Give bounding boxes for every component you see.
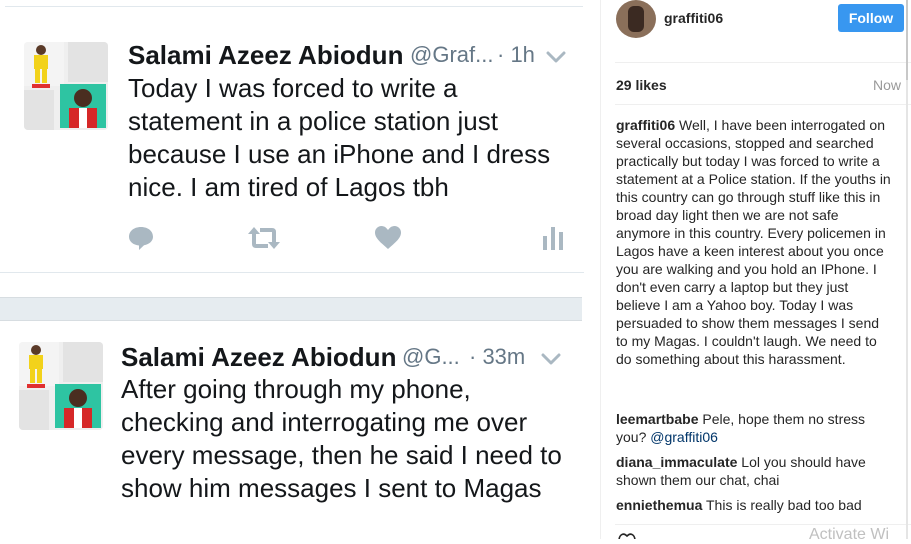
tweet-author-name[interactable]: Salami Azeez Abiodun [121,342,396,373]
comment-username[interactable]: enniethemua [616,497,702,513]
comment-mention[interactable]: @graffiti06 [650,429,718,445]
tweet-author-name[interactable]: Salami Azeez Abiodun [128,40,403,71]
post-caption: graffiti06 Well, I have been interrogate… [616,116,894,368]
avatar-figure [28,44,54,88]
avatar-figure [55,384,101,428]
tweet-card[interactable]: Salami Azeez Abiodun @G... · 33m After g… [0,320,584,539]
activation-watermark: Activate Wi [809,526,890,539]
post-timestamp: Now [873,77,902,93]
scrollbar[interactable] [903,0,911,539]
tweet-author-handle[interactable]: @Graf... [410,42,493,68]
divider [615,104,911,105]
bar-chart-icon[interactable] [542,224,564,252]
speech-bubble-icon[interactable] [127,224,157,252]
tweet-text: After going through my phone, checking a… [121,374,562,503]
avatar[interactable] [24,42,108,130]
post-username[interactable]: graffiti06 [664,10,723,26]
avatar-figure [23,344,49,388]
avatar-figure [60,84,106,128]
comment-text: This is really bad too bad [706,497,862,513]
tweets-panel: Salami Azeez Abiodun @Graf... · 1h Today… [0,0,590,539]
tweet-timestamp[interactable]: · 1h [497,42,535,68]
avatar[interactable] [616,0,656,38]
comment-item: diana_immaculate Lol you should have sho… [616,453,894,489]
comment-item: enniethemua This is really bad too bad [616,496,894,514]
tweet-timestamp[interactable]: · 33m [469,344,525,370]
comment-username[interactable]: leemartbabe [616,411,698,427]
tweet-card[interactable]: Salami Azeez Abiodun @Graf... · 1h Today… [0,0,584,273]
likes-count[interactable]: 29 likes [616,77,667,93]
chevron-down-icon[interactable] [541,352,561,366]
tweet-author-handle[interactable]: @G... [402,344,460,370]
divider [615,524,911,525]
timeline-gap [0,297,582,321]
divider [615,62,911,63]
heart-icon[interactable] [617,530,637,539]
caption-username[interactable]: graffiti06 [616,117,675,133]
tweet-text: Today I was forced to write a statement … [128,73,551,202]
chevron-down-icon[interactable] [546,50,566,64]
retweet-icon[interactable] [246,224,282,252]
follow-button[interactable]: Follow [838,4,904,32]
avatar[interactable] [19,342,103,430]
comment-item: leemartbabe Pele, hope them no stress yo… [616,410,894,446]
comment-username[interactable]: diana_immaculate [616,454,737,470]
heart-icon[interactable] [374,224,404,252]
instagram-post-panel: graffiti06 Follow 29 likes Now graffiti0… [600,0,911,539]
caption-text: Well, I have been interrogated on severa… [616,117,891,367]
